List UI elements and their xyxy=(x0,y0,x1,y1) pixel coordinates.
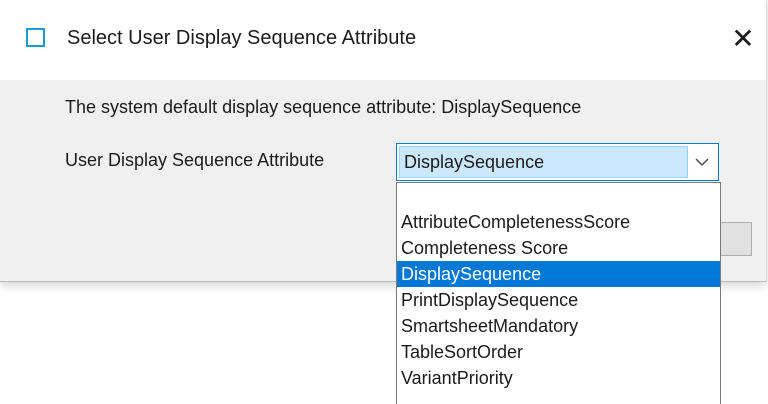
dropdown-option[interactable]: SmartsheetMandatory xyxy=(397,313,720,339)
dropdown-option[interactable]: AttributeCompletenessScore xyxy=(397,209,720,235)
screen: Select User Display Sequence Attribute ✕… xyxy=(0,0,768,404)
dropdown-option[interactable]: Completeness Score xyxy=(397,235,720,261)
dropdown-option[interactable]: PrintDisplaySequence xyxy=(397,287,720,313)
dropdown-option[interactable]: TableSortOrder xyxy=(397,339,720,365)
dialog-title: Select User Display Sequence Attribute xyxy=(67,27,417,49)
default-attribute-text: The system default display sequence attr… xyxy=(65,97,582,117)
window-icon xyxy=(26,28,45,47)
dropdown-option[interactable]: VariantPriority xyxy=(397,365,720,391)
close-icon: ✕ xyxy=(731,23,755,54)
dropdown-option[interactable]: DisplaySequence xyxy=(397,261,720,287)
attribute-combobox[interactable]: DisplaySequence xyxy=(396,143,719,181)
attribute-dropdown-list: AttributeCompletenessScore Completeness S… xyxy=(396,182,721,404)
close-button[interactable]: ✕ xyxy=(720,17,766,61)
list-item-blank[interactable] xyxy=(397,183,720,209)
chevron-down-icon[interactable] xyxy=(694,154,710,170)
combobox-selected-value: DisplaySequence xyxy=(399,146,688,178)
title-bar: Select User Display Sequence Attribute ✕ xyxy=(0,0,766,80)
attribute-field-label: User Display Sequence Attribute xyxy=(65,150,325,170)
